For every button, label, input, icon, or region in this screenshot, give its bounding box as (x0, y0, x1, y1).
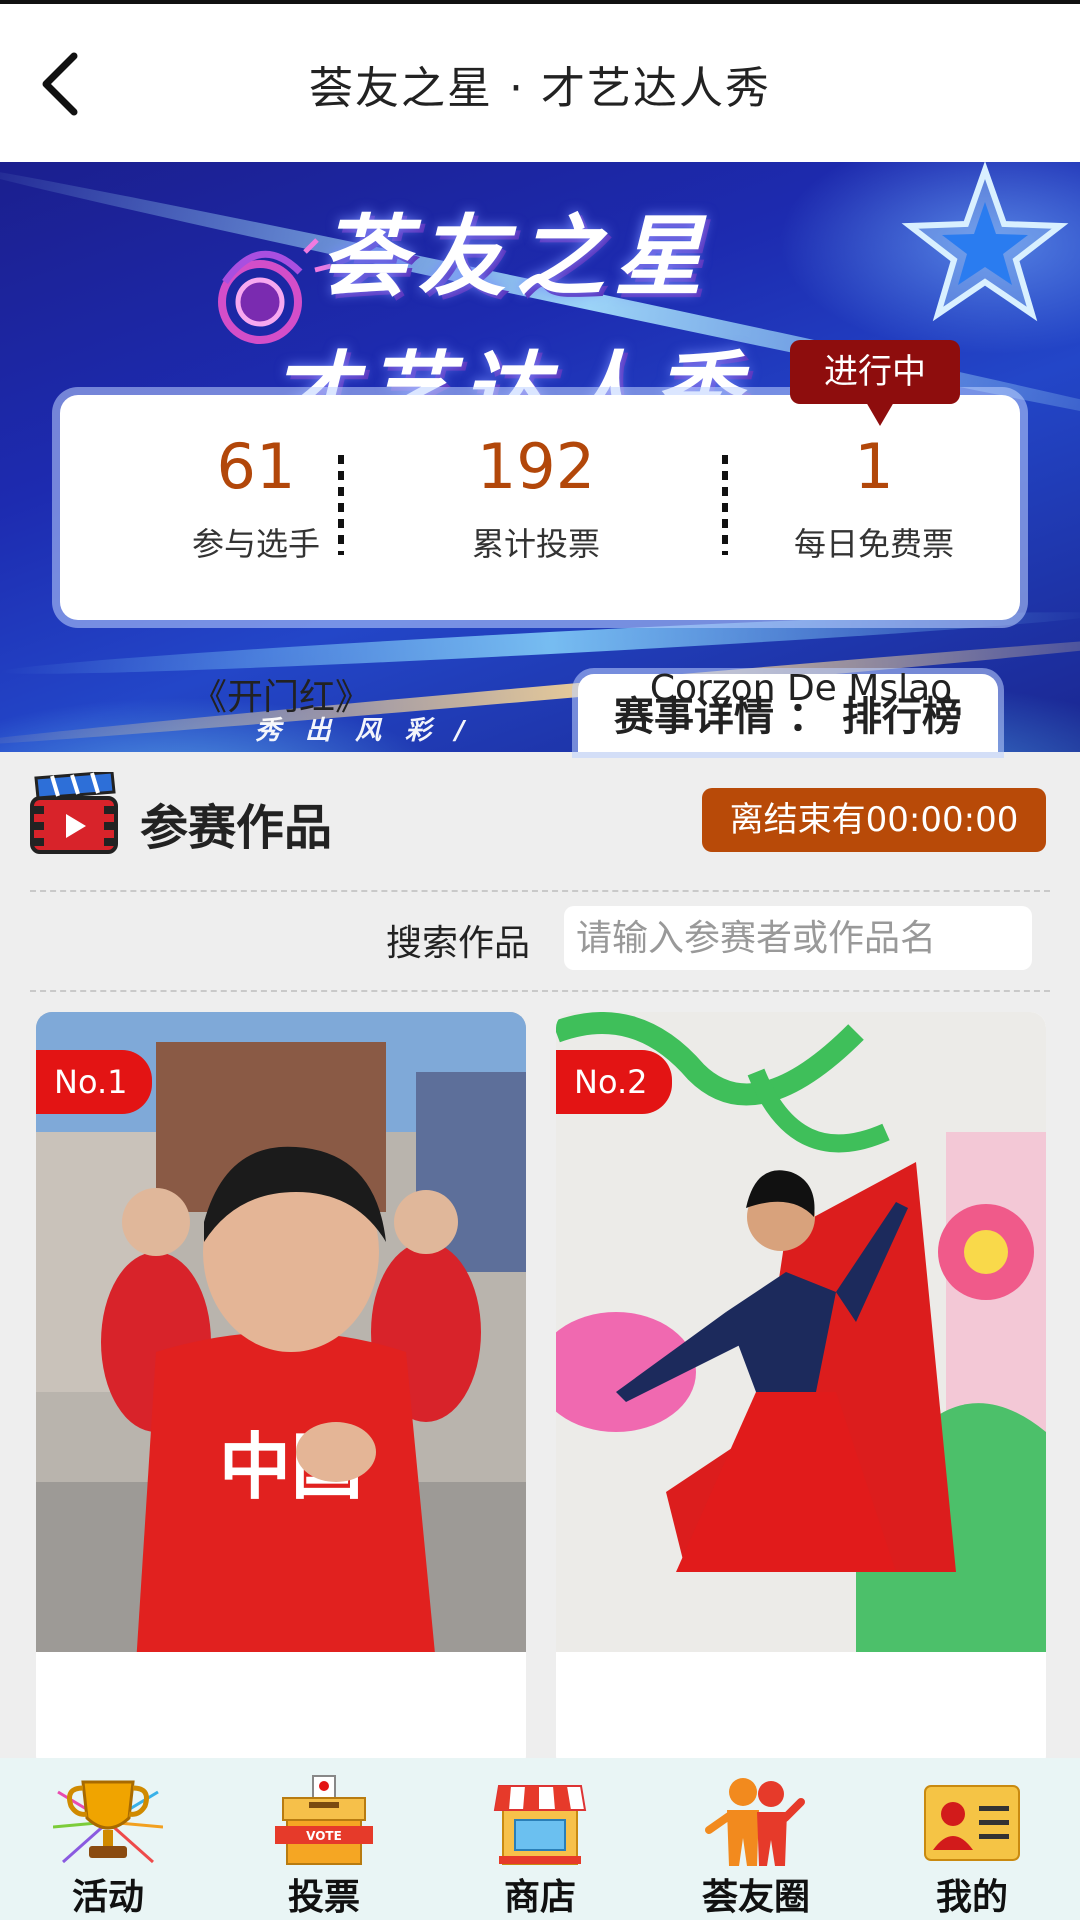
svg-text:VOTE: VOTE (306, 1829, 342, 1843)
search-input[interactable] (564, 906, 1032, 970)
stat-value: 1 (854, 430, 894, 503)
nav-item-vote[interactable]: VOTE 投票 (216, 1758, 432, 1920)
ballot-box-icon: VOTE (275, 1775, 373, 1865)
stat-label: 参与选手 (191, 525, 320, 563)
nav-item-store[interactable]: 商店 (432, 1758, 648, 1920)
stat-value: 61 (216, 430, 296, 503)
video-clapper-icon (30, 772, 118, 854)
divider (30, 890, 1050, 892)
bottom-nav: 活动 VOTE 投票 商店 荟友圈 我的 (0, 1758, 1080, 1920)
entry-card[interactable]: 中国 No.1 (36, 1012, 526, 1652)
star-icon (901, 162, 1069, 322)
stat-value: 192 (476, 430, 596, 503)
profile-card-icon (924, 1785, 1020, 1861)
entry-card[interactable]: No.2 (556, 1012, 1046, 1652)
divider (30, 990, 1050, 992)
app-header: 荟友之星 · 才艺达人秀 (0, 4, 1080, 162)
stat-label: 累计投票 (471, 525, 600, 563)
entry-title[interactable]: 《开门红》 (36, 668, 526, 720)
entry-title[interactable]: Corzon De Mslao (556, 668, 1046, 709)
search-label: 搜索作品 (386, 923, 531, 964)
nav-label: 投票 (287, 1877, 360, 1918)
page-title: 荟友之星 · 才艺达人秀 (309, 63, 771, 114)
stat-label: 每日免费票 (793, 525, 954, 563)
stat-participants: 61 参与选手 (106, 427, 406, 565)
nav-item-friends[interactable]: 荟友圈 (648, 1758, 864, 1920)
stats-card: 61 参与选手 192 累计投票 1 每日免费票 (60, 395, 1020, 620)
nav-label: 活动 (71, 1877, 144, 1918)
friends-icon (705, 1778, 805, 1866)
stat-daily-free: 1 每日免费票 (724, 427, 1024, 565)
stat-total-votes: 192 累计投票 (386, 427, 686, 565)
nav-label: 我的 (935, 1877, 1008, 1918)
status-badge: 进行中 (790, 340, 960, 426)
store-icon (493, 1785, 587, 1865)
nav-label: 商店 (503, 1877, 576, 1918)
countdown-timer: 离结束有00:00:00 (702, 788, 1046, 852)
nav-item-activity[interactable]: 活动 (0, 1758, 216, 1920)
rank-badge: No.1 (36, 1050, 152, 1114)
banner-title: 荟友之星 (320, 205, 713, 308)
nav-item-profile[interactable]: 我的 (864, 1758, 1080, 1920)
nav-label: 荟友圈 (701, 1877, 810, 1918)
stat-divider (338, 455, 344, 555)
section-title: 参赛作品 (140, 800, 333, 856)
trophy-icon (53, 1780, 163, 1864)
rank-badge: No.2 (556, 1050, 672, 1114)
